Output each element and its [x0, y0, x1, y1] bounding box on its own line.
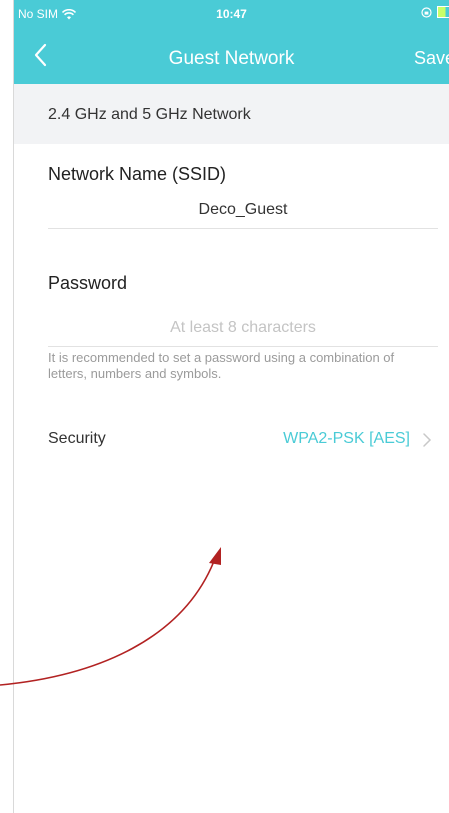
rotation-lock-icon: [421, 6, 432, 18]
header: No SIM 10:47 Guest Network Sav: [14, 0, 449, 84]
ssid-input[interactable]: [48, 192, 438, 229]
status-bar: No SIM 10:47: [14, 0, 449, 28]
chevron-right-icon: [423, 433, 432, 447]
password-input[interactable]: [48, 310, 438, 347]
page-title: Guest Network: [168, 48, 295, 69]
security-label: Security: [48, 430, 106, 447]
ssid-label: Network Name (SSID): [48, 164, 227, 184]
password-label: Password: [48, 273, 128, 293]
app-screen: No SIM 10:47 Guest Network Sav 2.4 GHz a…: [0, 0, 449, 813]
status-time: 10:47: [216, 7, 247, 21]
save-button[interactable]: Save: [414, 48, 449, 69]
nav-bar: Guest Network Save: [14, 30, 449, 80]
security-row[interactable]: Security WPA2-PSK [AES]: [48, 420, 438, 460]
security-value: WPA2-PSK [AES]: [283, 430, 410, 447]
section-header-label: 2.4 GHz and 5 GHz Network: [48, 106, 251, 123]
status-right: [421, 6, 449, 18]
battery-icon: [437, 6, 449, 18]
section-header: 2.4 GHz and 5 GHz Network: [14, 84, 449, 144]
password-hint: It is recommended to set a password usin…: [48, 350, 395, 381]
